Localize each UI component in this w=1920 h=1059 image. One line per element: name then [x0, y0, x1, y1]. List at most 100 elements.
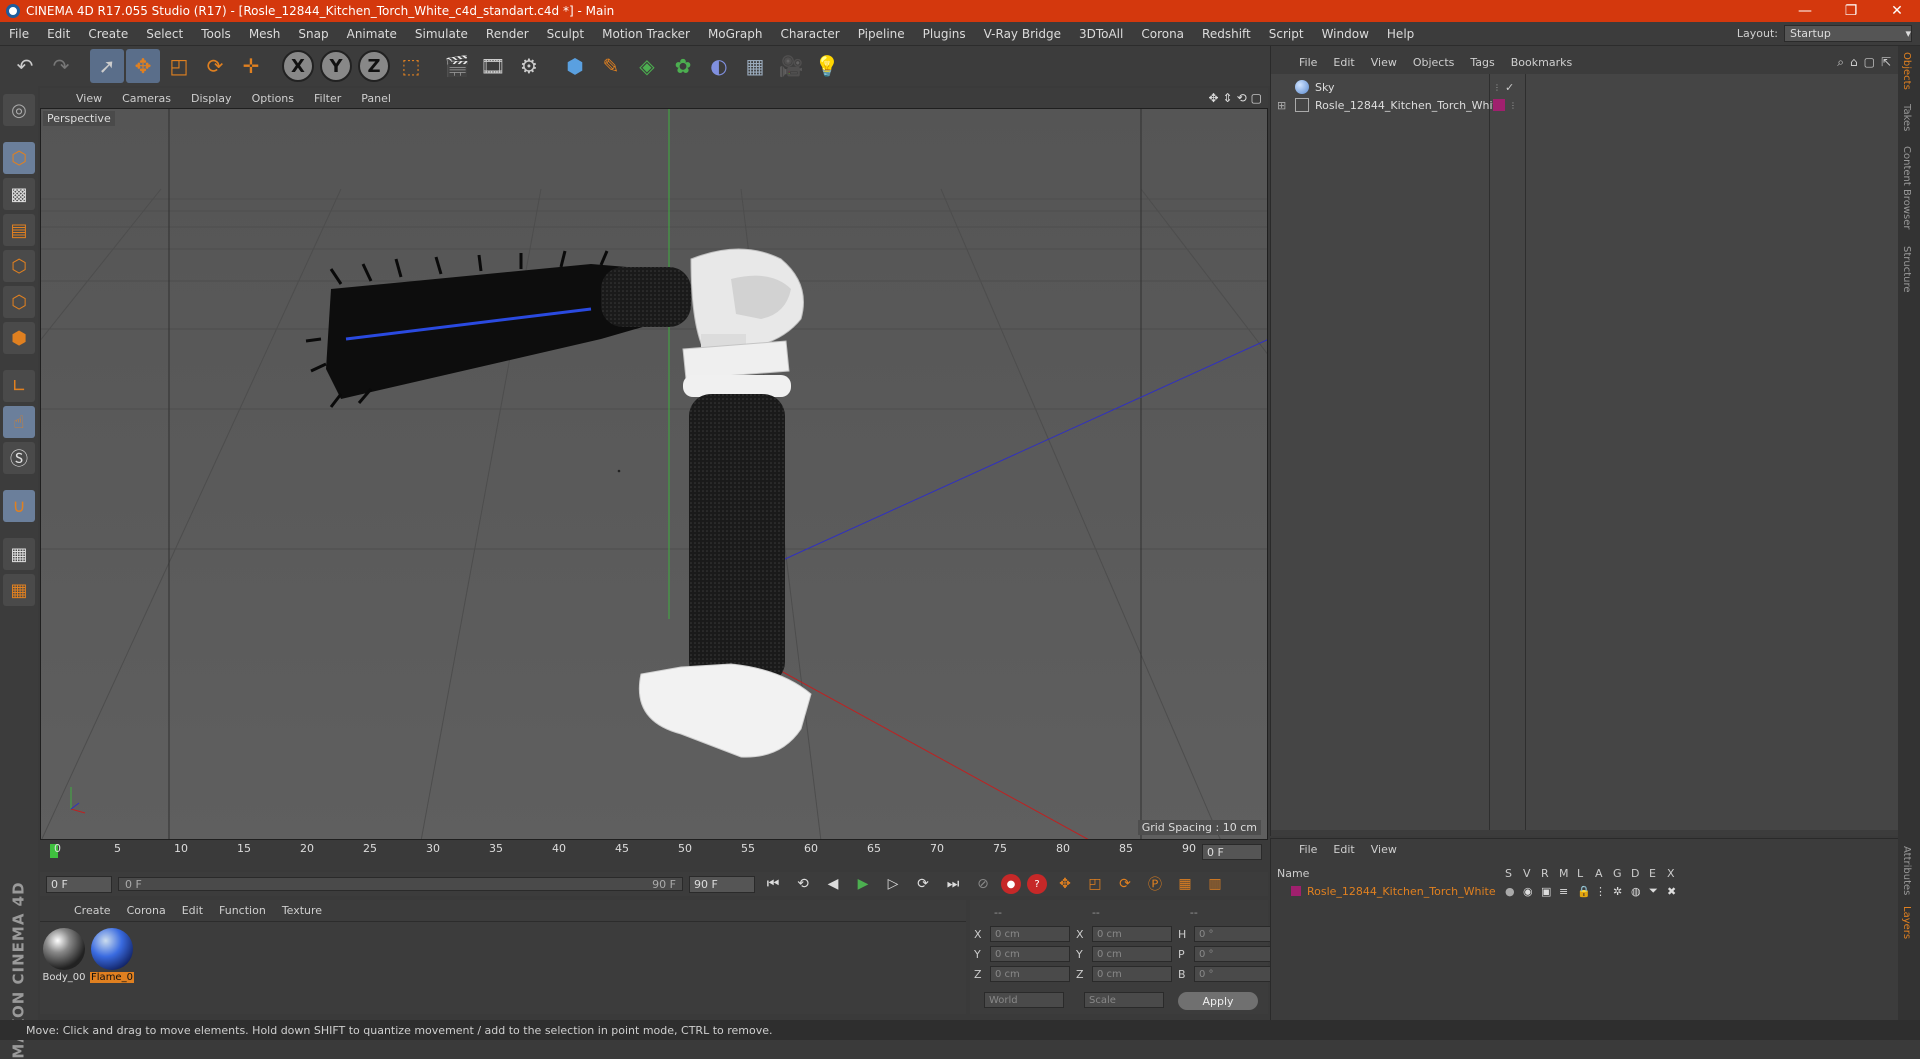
menu-plugins[interactable]: Plugins	[914, 27, 975, 41]
polygons-mode-icon[interactable]: ⬢	[3, 322, 35, 354]
object-list[interactable]: Sky ⋮ ✓ ⊞ Rosle_12844_Kitchen_Torch_Whit…	[1271, 74, 1899, 830]
array-generator-button[interactable]: ✿	[666, 49, 700, 83]
menu-file[interactable]: File	[0, 27, 38, 41]
transform-tool-button[interactable]: ✛	[234, 49, 268, 83]
menu-select[interactable]: Select	[137, 27, 192, 41]
key-parameter-icon[interactable]: Ⓟ	[1143, 873, 1167, 895]
viewport-menu-filter[interactable]: Filter	[304, 92, 351, 105]
size-x-field[interactable]: 0 cm	[1092, 926, 1172, 942]
solo-toggle-icon[interactable]: ●	[1505, 885, 1523, 898]
rotation-b-field[interactable]: 0 °	[1194, 966, 1274, 982]
x-axis-lock-button[interactable]: X	[282, 50, 314, 82]
undo-button[interactable]: ↶	[8, 49, 42, 83]
tab-attributes[interactable]: Attributes	[1901, 846, 1912, 895]
layer-row[interactable]: Rosle_12844_Kitchen_Torch_White ● ◉ ▣ ≡ …	[1277, 883, 1895, 899]
previous-key-icon[interactable]: ⟲	[791, 873, 815, 895]
end-frame-field[interactable]: 90 F	[689, 875, 755, 893]
visibility-dots-icon[interactable]: ⋮	[1493, 83, 1501, 92]
next-key-icon[interactable]: ⟳	[911, 873, 935, 895]
object-row-sky[interactable]: Sky ⋮ ✓	[1271, 78, 1899, 96]
home-icon[interactable]: ⌂	[1850, 55, 1858, 70]
axis-mode-icon[interactable]: ∟	[3, 370, 35, 402]
points-mode-icon[interactable]: ⬡	[3, 250, 35, 282]
material-menu-corona[interactable]: Corona	[119, 904, 174, 917]
deformer-button[interactable]: ◐	[702, 49, 736, 83]
rotation-h-field[interactable]: 0 °	[1194, 926, 1274, 942]
size-z-field[interactable]: 0 cm	[1092, 966, 1172, 982]
object-menu-objects[interactable]: Objects	[1405, 56, 1463, 69]
3d-viewport[interactable]: Perspective Grid Spacing : 10 cm	[40, 108, 1268, 840]
key-pla-icon[interactable]: ▦	[1173, 873, 1197, 895]
start-frame-field[interactable]: 0 F	[46, 875, 112, 893]
texture-mode-icon[interactable]: ▩	[3, 178, 35, 210]
size-y-field[interactable]: 0 cm	[1092, 946, 1172, 962]
go-to-start-icon[interactable]: ⏮	[761, 873, 785, 895]
layer-menu-file[interactable]: File	[1291, 843, 1325, 856]
menu-window[interactable]: Window	[1313, 27, 1378, 41]
lock-icon[interactable]: 🔒	[1577, 885, 1595, 898]
menu-render[interactable]: Render	[477, 27, 538, 41]
object-menu-bookmarks[interactable]: Bookmarks	[1503, 56, 1580, 69]
position-z-field[interactable]: 0 cm	[990, 966, 1070, 982]
previous-frame-icon[interactable]: ◀	[821, 873, 845, 895]
menu-motion-tracker[interactable]: Motion Tracker	[593, 27, 699, 41]
spline-pen-button[interactable]: ✎	[594, 49, 628, 83]
redo-button[interactable]: ↷	[44, 49, 78, 83]
cube-object-button[interactable]: ⬢	[558, 49, 592, 83]
material-menu-texture[interactable]: Texture	[274, 904, 330, 917]
material-menu-edit[interactable]: Edit	[174, 904, 211, 917]
tab-takes[interactable]: Takes	[1901, 104, 1912, 131]
layout-dropdown[interactable]: Startup ▾	[1784, 25, 1912, 42]
coordinate-space-dropdown[interactable]: World	[984, 992, 1064, 1008]
menu-vray-bridge[interactable]: V-Ray Bridge	[975, 27, 1070, 41]
eye-icon[interactable]: ◉	[1523, 885, 1541, 898]
make-editable-icon[interactable]: ◎	[3, 94, 35, 126]
layer-menu-view[interactable]: View	[1363, 843, 1405, 856]
autokey-icon[interactable]: ?	[1027, 874, 1047, 894]
menu-create[interactable]: Create	[79, 27, 137, 41]
edges-mode-icon[interactable]: ⬡	[3, 286, 35, 318]
material-body[interactable]: Body_00	[42, 928, 86, 983]
render-picture-viewer-button[interactable]: 🎞	[476, 49, 510, 83]
material-menu-create[interactable]: Create	[66, 904, 119, 917]
object-menu-tags[interactable]: Tags	[1462, 56, 1502, 69]
menu-edit[interactable]: Edit	[38, 27, 79, 41]
timeline-window-icon[interactable]: ▥	[1203, 873, 1227, 895]
close-button[interactable]: ✕	[1874, 3, 1920, 19]
preview-range-slider[interactable]: 0 F 90 F	[118, 877, 683, 891]
tab-structure[interactable]: Structure	[1901, 246, 1912, 293]
workplane-lock-icon[interactable]: ▦	[3, 538, 35, 570]
y-axis-lock-button[interactable]: Y	[320, 50, 352, 82]
camera-button[interactable]: 🎥	[774, 49, 808, 83]
restore-button[interactable]: ❐	[1828, 3, 1874, 19]
pan-icon[interactable]: ✥	[1208, 91, 1218, 105]
render-settings-button[interactable]: ⚙	[512, 49, 546, 83]
material-flame[interactable]: Flame_0	[90, 928, 134, 983]
object-menu-view[interactable]: View	[1363, 56, 1405, 69]
tab-objects[interactable]: Objects	[1901, 52, 1912, 90]
xref-toggle-icon[interactable]: ✖	[1667, 885, 1685, 898]
render-view-button[interactable]: 🎬	[440, 49, 474, 83]
workplane-align-icon[interactable]: ▦	[3, 574, 35, 606]
record-key-icon[interactable]: ●	[1001, 874, 1021, 894]
subdivision-surface-button[interactable]: ◈	[630, 49, 664, 83]
menu-animate[interactable]: Animate	[338, 27, 406, 41]
apply-button[interactable]: Apply	[1178, 992, 1258, 1010]
go-to-end-icon[interactable]: ⏭	[941, 873, 965, 895]
solo-mode-icon[interactable]: Ⓢ	[3, 442, 35, 474]
zoom-icon[interactable]: ⇕	[1223, 91, 1233, 105]
search-icon[interactable]: ⌕	[1837, 55, 1844, 70]
viewport-menu-cameras[interactable]: Cameras	[112, 92, 181, 105]
animation-toggle-icon[interactable]: ⋮	[1595, 885, 1613, 898]
position-x-field[interactable]: 0 cm	[990, 926, 1070, 942]
next-frame-icon[interactable]: ▷	[881, 873, 905, 895]
menu-redshift[interactable]: Redshift	[1193, 27, 1260, 41]
expand-icon[interactable]: ⊞	[1277, 99, 1286, 112]
motion-path-icon[interactable]: ⊘	[971, 873, 995, 895]
menu-corona[interactable]: Corona	[1132, 27, 1193, 41]
checkmark-icon[interactable]: ✓	[1505, 81, 1514, 94]
menu-sculpt[interactable]: Sculpt	[538, 27, 593, 41]
coordinate-system-button[interactable]: ⬚	[394, 49, 428, 83]
object-menu-file[interactable]: File	[1291, 56, 1325, 69]
menu-3dtoall[interactable]: 3DToAll	[1070, 27, 1132, 41]
